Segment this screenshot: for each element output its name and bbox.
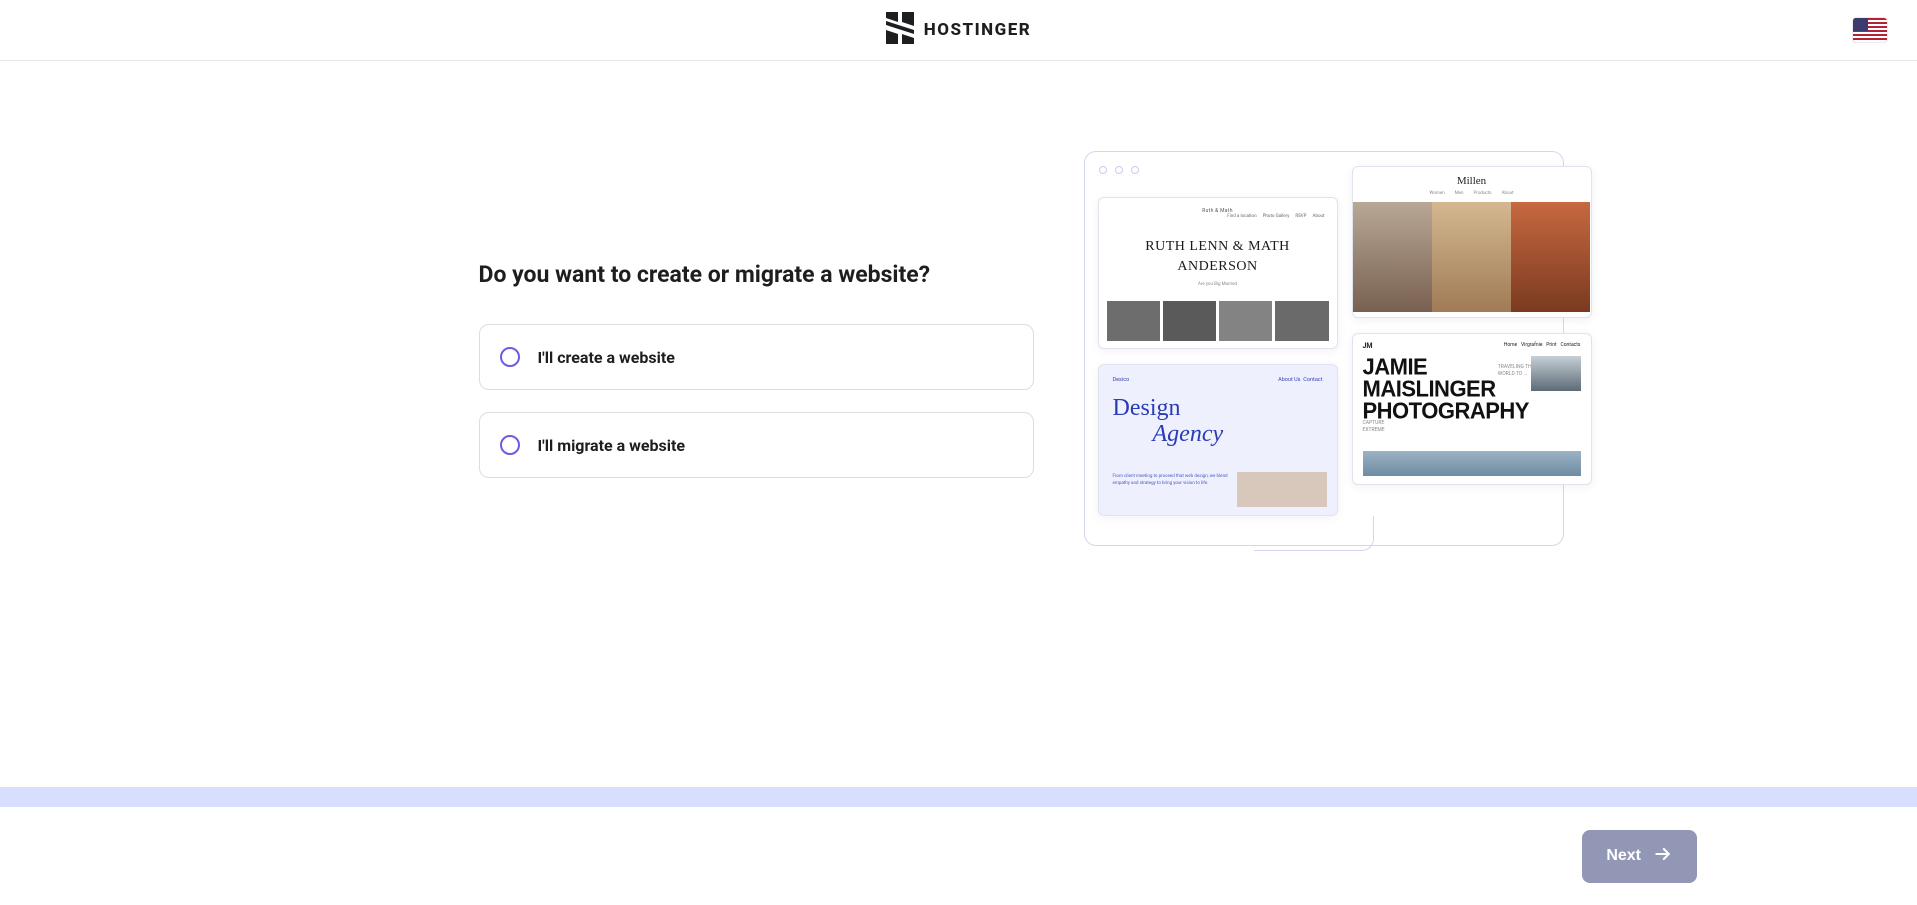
brand-logo: HOSTINGER: [886, 12, 1032, 48]
frame-tail: [1254, 516, 1374, 551]
radio-icon: [500, 347, 520, 367]
option-create-website[interactable]: I'll create a website: [479, 324, 1034, 390]
arrow-right-icon: [1653, 844, 1673, 869]
main-content: Do you want to create or migrate a websi…: [279, 61, 1639, 601]
progress-bar: [0, 787, 1917, 807]
template-thumb-photography: JM Home Virgrafnie Print Contacts TRAVEL…: [1352, 333, 1592, 485]
question-panel: Do you want to create or migrate a websi…: [279, 151, 1034, 500]
template-thumb-fashion: Millen Women Men Products About: [1352, 166, 1592, 318]
locale-flag-us[interactable]: [1853, 18, 1887, 42]
illustration-panel: Ruth & Math Find a location Photo Galler…: [1084, 151, 1639, 561]
next-button[interactable]: Next: [1582, 830, 1697, 883]
option-label: I'll create a website: [538, 348, 675, 367]
header: HOSTINGER: [0, 0, 1917, 61]
template-thumb-wedding: Ruth & Math Find a location Photo Galler…: [1098, 197, 1338, 349]
browser-dots-icon: [1099, 166, 1139, 174]
next-label: Next: [1606, 847, 1641, 865]
radio-icon: [500, 435, 520, 455]
option-label: I'll migrate a website: [538, 436, 686, 455]
template-thumb-agency: Desico About Us Contact Design Agency Fr…: [1098, 364, 1338, 516]
footer: Next: [0, 807, 1917, 905]
option-migrate-website[interactable]: I'll migrate a website: [479, 412, 1034, 478]
page-title: Do you want to create or migrate a websi…: [479, 261, 1034, 288]
hostinger-logo-icon: [886, 12, 914, 48]
brand-name: HOSTINGER: [924, 20, 1032, 40]
